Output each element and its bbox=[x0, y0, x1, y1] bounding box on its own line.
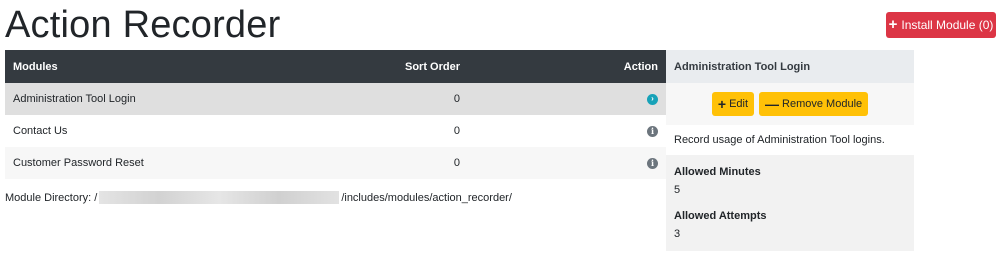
module-name: Customer Password Reset bbox=[5, 147, 256, 179]
modules-table: Modules Sort Order Action Administration… bbox=[5, 50, 666, 179]
setting-label: Allowed Minutes bbox=[674, 166, 761, 178]
sort-order-value: 0 bbox=[255, 115, 596, 147]
sort-order-value: 0 bbox=[255, 147, 596, 179]
setting-allowed-minutes: Allowed Minutes 5 bbox=[674, 166, 906, 196]
setting-value: 5 bbox=[674, 184, 681, 196]
edit-button[interactable]: + Edit bbox=[711, 92, 755, 116]
module-directory: Module Directory: / /includes/modules/ac… bbox=[5, 191, 512, 204]
column-header-sort-order: Sort Order bbox=[255, 50, 596, 83]
page-title: Action Recorder bbox=[5, 4, 281, 46]
action-cell: i bbox=[596, 147, 666, 179]
module-info-panel: Administration Tool Login + Edit — Remov… bbox=[666, 50, 914, 251]
setting-label: Allowed Attempts bbox=[674, 210, 767, 222]
panel-description: Record usage of Administration Tool logi… bbox=[666, 125, 914, 155]
module-name: Contact Us bbox=[5, 115, 256, 147]
action-cell: i bbox=[596, 115, 666, 147]
table-header-row: Modules Sort Order Action bbox=[5, 50, 666, 83]
install-module-button[interactable]: + Install Module (0) bbox=[886, 12, 996, 38]
info-circle-icon[interactable]: i bbox=[647, 125, 658, 137]
remove-module-label: Remove Module bbox=[782, 98, 863, 110]
table-row[interactable]: Administration Tool Login 0 › bbox=[5, 83, 666, 115]
action-cell: › bbox=[596, 83, 666, 115]
sort-order-value: 0 bbox=[255, 83, 596, 115]
module-directory-path: /includes/modules/action_recorder/ bbox=[341, 191, 512, 204]
setting-value: 3 bbox=[674, 228, 681, 240]
module-name: Administration Tool Login bbox=[5, 83, 256, 115]
info-circle-icon[interactable]: i bbox=[647, 157, 658, 169]
column-header-modules: Modules bbox=[5, 50, 256, 83]
remove-module-button[interactable]: — Remove Module bbox=[759, 92, 869, 116]
plus-icon: + bbox=[717, 96, 727, 112]
redacted-path bbox=[99, 191, 340, 204]
panel-title: Administration Tool Login bbox=[666, 50, 914, 83]
module-directory-label: Module Directory: / bbox=[5, 191, 98, 204]
table-row[interactable]: Contact Us 0 i bbox=[5, 115, 666, 147]
plus-icon: + bbox=[888, 16, 898, 33]
chevron-right-circle-icon[interactable]: › bbox=[647, 93, 658, 105]
edit-label: Edit bbox=[729, 98, 749, 110]
column-header-action: Action bbox=[596, 50, 666, 83]
panel-actions: + Edit — Remove Module bbox=[666, 83, 914, 125]
minus-icon: — bbox=[765, 96, 780, 112]
install-module-label: Install Module (0) bbox=[901, 18, 994, 32]
setting-allowed-attempts: Allowed Attempts 3 bbox=[674, 210, 906, 240]
panel-settings: Allowed Minutes 5 Allowed Attempts 3 bbox=[666, 155, 914, 251]
table-row[interactable]: Customer Password Reset 0 i bbox=[5, 147, 666, 179]
